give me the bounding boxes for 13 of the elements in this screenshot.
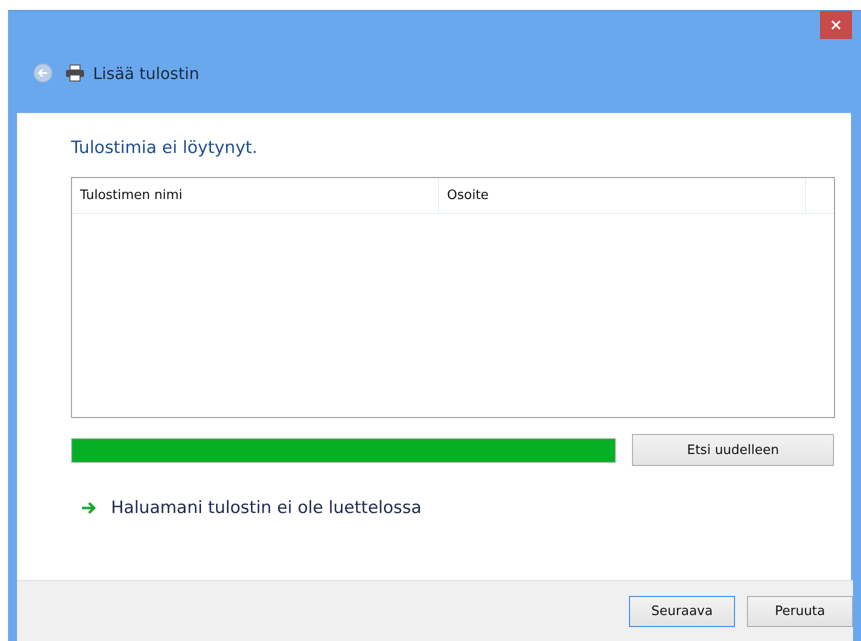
column-header[interactable]: Osoite <box>439 178 806 213</box>
dialog-button[interactable]: Peruuta <box>747 596 853 626</box>
dialog-button[interactable]: Seuraava <box>629 596 735 626</box>
column-header[interactable]: Tulostimen nimi <box>72 178 440 213</box>
back-button[interactable] <box>33 63 53 83</box>
heading: Tulostimia ei löytynyt. <box>71 138 258 158</box>
close-icon <box>831 20 841 30</box>
search-again-button[interactable]: Etsi uudelleen <box>632 434 834 466</box>
window-title: Lisää tulostin <box>93 64 200 82</box>
printer-icon <box>65 64 85 82</box>
printer-not-listed-link[interactable]: Haluamani tulostin ei ole luettelossa <box>111 498 422 518</box>
arrow-icon <box>81 501 97 515</box>
close-button[interactable] <box>820 11 852 39</box>
